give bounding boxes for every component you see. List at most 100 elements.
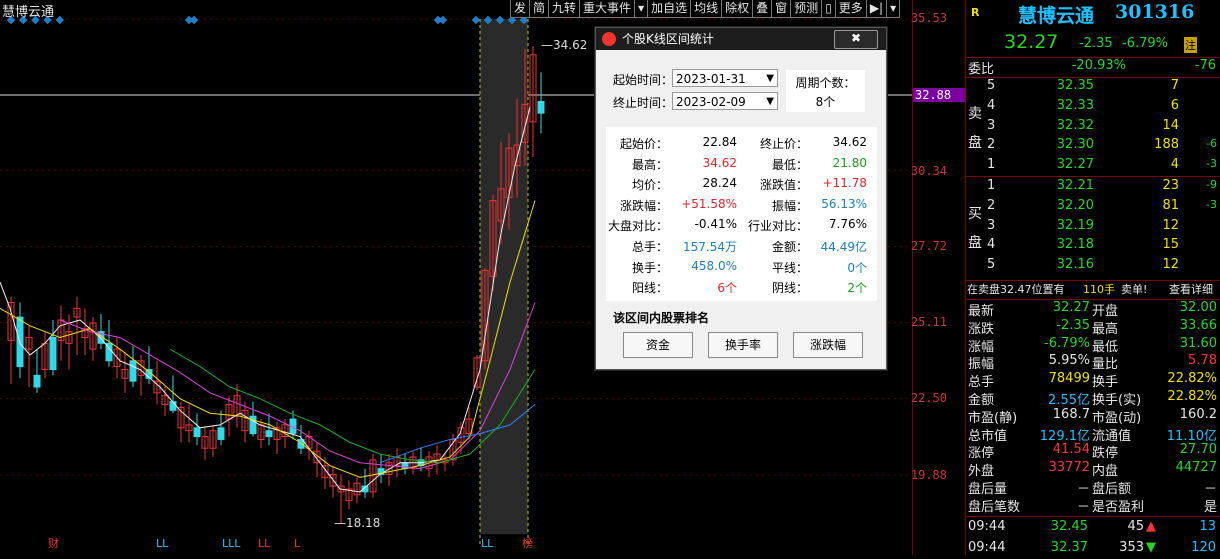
order-volume: 23 [1162, 178, 1179, 193]
close-button[interactable]: ✖ [834, 30, 878, 49]
order-level-index: 5 [987, 257, 996, 273]
axis-tick: 27.72 [910, 239, 947, 253]
dialog-titlebar[interactable]: 个股K线区间统计 ✖ [596, 28, 886, 50]
toolbar-button[interactable]: 发 [510, 0, 531, 18]
quote-value: 32.27 [1052, 300, 1090, 315]
quote-value: 32.00 [1179, 300, 1217, 315]
toolbar-button[interactable]: 预测 [790, 0, 823, 18]
toolbar-button[interactable]: 九转 [548, 0, 581, 18]
order-level-index: 2 [987, 137, 996, 153]
toolbar-button[interactable]: ▯ [821, 0, 836, 18]
chevron-down-icon: ▼ [766, 96, 774, 107]
stat-value: 7.76% [828, 217, 867, 232]
end-time-select[interactable]: 2023-02-09 ▼ [672, 92, 778, 110]
order-level: 4 32.33 6 [966, 98, 1220, 117]
quote-label: 涨跌 [968, 321, 995, 337]
quote-value: 160.2 [1179, 406, 1217, 422]
quote-value: 129.1亿 [1039, 428, 1090, 444]
big-order-side: 卖单! [1121, 283, 1148, 296]
stat-value: 21.80 [832, 155, 867, 170]
tick-count: 120 [1191, 540, 1216, 555]
view-detail-link[interactable]: 查看详细 [1169, 281, 1213, 297]
quote-row: 涨幅 -6.79% 最低 31.60 [966, 336, 1220, 355]
order-level-index: 4 [987, 237, 996, 253]
order-price: 32.18 [1056, 237, 1094, 253]
chart-toolbar: 发简九转 重大事件 ▾ 加自选 均线 除权叠窗预测 ▯ 更多 ▶| ▾ [510, 0, 901, 18]
stat-label: 终止价： [759, 137, 808, 151]
quote-row: 金额 2.55亿 换手(实) 22.82% [966, 389, 1220, 408]
rank-capital-button[interactable]: 资金 [623, 332, 693, 358]
chart-marker: 财 [48, 536, 59, 550]
quote-value: 168.7 [1052, 406, 1090, 422]
toolbar-button[interactable]: 加自选 [647, 0, 692, 18]
toolbar-button[interactable]: ▾ [886, 0, 901, 18]
toolbar-button[interactable]: ▾ [634, 0, 649, 18]
stat-label: 换手： [631, 260, 668, 275]
order-level-index: 5 [987, 78, 996, 93]
stat-value: 458.0% [691, 258, 737, 273]
toolbar-button[interactable]: 叠 [752, 0, 773, 18]
start-time-select[interactable]: 2023-01-31 ▼ [672, 69, 778, 87]
order-volume: 4 [1170, 157, 1179, 173]
period-count-box: 周期个数： 8个 [786, 70, 865, 112]
order-level-index: 3 [987, 117, 996, 133]
axis-tick: 22.50 [910, 391, 947, 405]
quote-label: 总手 [968, 375, 995, 391]
event-diamond-icon [55, 15, 65, 25]
selected-interval [480, 19, 528, 534]
quote-label: 最新 [968, 304, 995, 319]
stat-value: 22.84 [702, 135, 737, 149]
candle-body [193, 427, 201, 438]
toolbar-button[interactable]: 均线 [690, 0, 723, 18]
order-volume: 81 [1162, 197, 1179, 213]
ma5-line [0, 107, 531, 493]
candle-body [49, 336, 57, 371]
toolbar-button[interactable]: 简 [529, 0, 550, 18]
note-badge[interactable]: 注 [1184, 37, 1197, 53]
toolbar-button[interactable]: 除权 [721, 0, 754, 18]
stat-label: 涨跌值： [759, 178, 808, 193]
toolbar-button[interactable]: 窗 [771, 0, 792, 18]
toolbar-button[interactable]: 更多 [834, 0, 867, 18]
order-level: 1 32.21 23 -9 [966, 178, 1220, 197]
stock-name-tag: 慧博云通 [2, 5, 55, 20]
axis-tick: 35.53 [910, 11, 947, 25]
stat-value: 34.62 [832, 135, 867, 149]
quote-row: 振幅 5.95% 量比 5.78 [966, 353, 1220, 372]
stat-value: 6个 [717, 281, 737, 296]
quote-row: 盘后量－盘后额－ [966, 478, 1220, 497]
chart-marker: L [294, 537, 301, 550]
stat-label: 起始价： [619, 137, 668, 151]
order-level: 2 32.20 81 -3 [966, 198, 1220, 217]
stat-label: 金额： [771, 240, 808, 254]
dialog-title: 个股K线区间统计 [622, 32, 714, 46]
quote-row: 总手 78499 换手 22.82% [966, 371, 1220, 390]
toolbar-button[interactable]: 重大事件 [579, 0, 636, 18]
axis-tick: 19.88 [910, 468, 947, 482]
stat-label: 大盘对比： [607, 219, 668, 234]
quote-row: 涨跌 -2.35 最高 33.66 [966, 318, 1220, 337]
stat-value: 56.13% [821, 196, 867, 211]
stat-value: 2个 [847, 281, 867, 296]
chart-marker: LL [481, 537, 494, 550]
toolbar-button[interactable]: ▶| [865, 0, 888, 18]
quote-value: 2.55亿 [1048, 393, 1090, 408]
quote-label: 涨幅 [968, 339, 995, 355]
quote-value: 是 [1203, 499, 1217, 515]
period-count-label: 周期个数： [795, 76, 856, 90]
tick-count: 13 [1199, 519, 1216, 534]
quote-row: 最新 32.27 开盘 32.00 [966, 300, 1220, 319]
order-price: 32.30 [1056, 137, 1094, 153]
quote-label: 总市值 [968, 428, 1008, 444]
stock-code: 301316 [1115, 1, 1195, 23]
order-price: 32.19 [1056, 217, 1094, 233]
quote-label: 金额 [968, 393, 995, 408]
end-time-value: 2023-02-09 [676, 95, 746, 109]
rank-turnover-button[interactable]: 换手率 [708, 332, 778, 358]
order-level: 2 32.30 188 -6 [966, 137, 1220, 156]
rank-change-button[interactable]: 涨跌幅 [793, 332, 863, 358]
tick-row: 09:44 32.45 45 ▲ 13 [966, 519, 1220, 538]
quote-value: 33.66 [1179, 317, 1217, 333]
order-price: 32.32 [1056, 117, 1094, 133]
event-diamond-icon [438, 15, 448, 25]
